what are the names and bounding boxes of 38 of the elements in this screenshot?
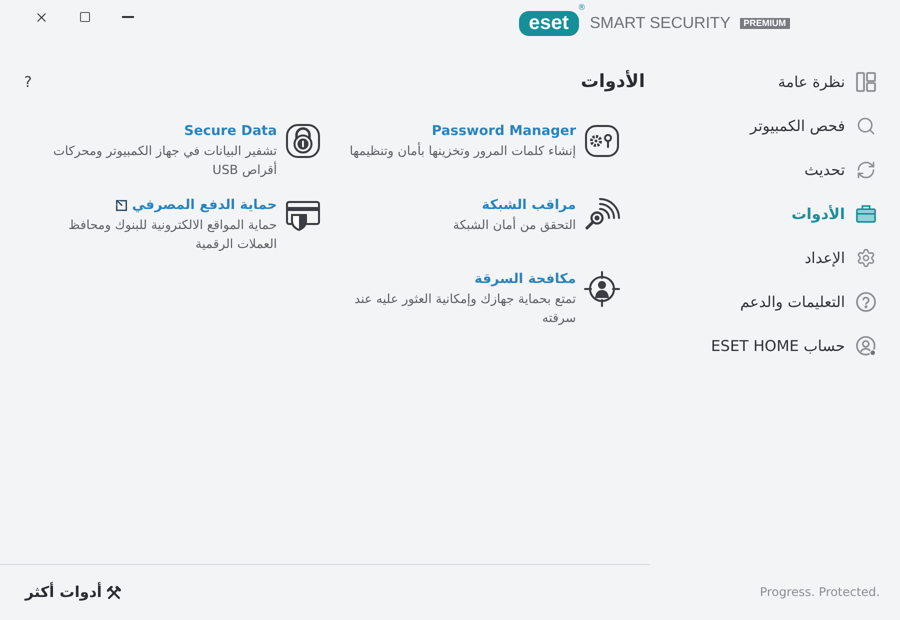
tool-title-link[interactable]: Secure Data xyxy=(184,121,277,141)
tools-icon xyxy=(106,586,121,600)
sidebar-item[interactable]: تحديث xyxy=(804,148,876,192)
sidebar-item[interactable]: الأدوات xyxy=(791,192,876,236)
registered-mark: ® xyxy=(578,4,586,12)
more-tools-button[interactable]: أدوات أكثر xyxy=(25,581,121,604)
product-name: SMART SECURITY xyxy=(590,14,730,34)
sidebar-item[interactable]: التعليمات والدعم xyxy=(740,280,876,324)
minimize-icon xyxy=(122,16,134,18)
tool-description: التحقق من أمان الشبكة xyxy=(453,216,576,234)
logo: eset xyxy=(518,11,579,36)
tool-title-link[interactable]: مراقب الشبكة xyxy=(482,195,576,215)
sidebar-item[interactable]: حساب ESET HOME xyxy=(710,324,876,368)
tagline: Progress. Protected. xyxy=(760,584,880,601)
user-icon xyxy=(856,336,876,356)
edition-badge: PREMIUM xyxy=(740,18,790,29)
dashboard-icon xyxy=(856,72,876,92)
help-icon xyxy=(856,292,876,312)
refresh-icon xyxy=(856,160,876,180)
tool-description: تمتع بحماية جهازك وإمكانية العثور عليه عند سرقته xyxy=(353,290,576,327)
help-button[interactable]: ? xyxy=(22,72,34,92)
search-icon xyxy=(856,116,876,136)
page-title: الأدوات xyxy=(580,70,645,94)
padlock-icon xyxy=(285,123,321,159)
sidebar-item[interactable]: نظرة عامة xyxy=(778,60,876,104)
sidebar-item[interactable]: فحص الكمبيوتر xyxy=(750,104,876,148)
tool-description: إنشاء كلمات المرور وتخزينها بأمان وتنظيمها xyxy=(350,141,576,160)
briefcase-icon xyxy=(856,204,876,224)
tool-title-link[interactable]: مكافحة السرقة xyxy=(474,269,576,289)
maximize-icon xyxy=(78,11,90,23)
settings-icon xyxy=(856,248,876,268)
tool-title-link[interactable]: حماية الدفع المصرفي xyxy=(116,195,277,215)
sidebar-item[interactable]: الإعداد xyxy=(804,236,876,280)
tool-description: حماية المواقع الالكترونية للبنوك ومحافظ العملات الرقمية xyxy=(67,216,277,253)
crosshair-figure-icon xyxy=(584,271,620,307)
gear-keyhole-icon xyxy=(584,123,620,159)
tool-title-link[interactable]: Password Manager xyxy=(432,121,576,141)
tool-description: تشفير البيانات في جهاز الكمبيوتر ومحركات أقراص USB xyxy=(52,142,277,179)
